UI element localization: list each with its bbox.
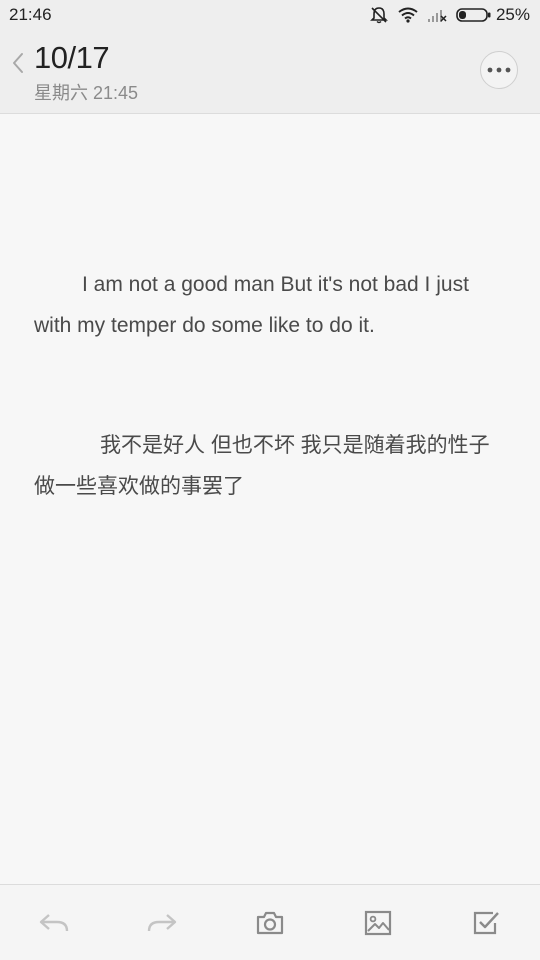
undo-button[interactable]	[38, 907, 70, 939]
wifi-icon	[398, 7, 418, 23]
camera-icon	[256, 911, 284, 935]
more-button[interactable]	[480, 51, 518, 89]
chevron-left-icon[interactable]	[9, 50, 29, 76]
checkbox-icon	[473, 911, 499, 935]
signal-icon	[427, 10, 447, 22]
checklist-button[interactable]	[470, 907, 502, 939]
camera-button[interactable]	[254, 907, 286, 939]
image-button[interactable]	[362, 907, 394, 939]
page-title: 10/17	[34, 40, 110, 75]
bottom-toolbar	[0, 884, 540, 960]
battery-icon	[456, 8, 491, 22]
redo-button[interactable]	[146, 907, 178, 939]
status-bar: 21:46 25%	[0, 0, 540, 30]
undo-icon	[39, 914, 69, 932]
status-time: 21:46	[9, 5, 52, 24]
dnd-icon	[370, 7, 388, 24]
redo-icon	[147, 914, 177, 932]
battery-percent: 25%	[495, 5, 530, 24]
image-icon	[364, 910, 392, 936]
more-icon	[487, 67, 511, 73]
note-body[interactable]: I am not a good man But it's not bad I j…	[34, 114, 514, 884]
note-header: 10/17 星期六 21:45	[0, 30, 540, 114]
note-timestamp: 星期六 21:45	[34, 83, 139, 103]
battery: 25%	[456, 5, 530, 25]
note-paragraph-zh: 我不是好人 但也不坏 我只是随着我的性子做一些喜欢做的事罢了	[34, 434, 490, 498]
note-paragraph-en: I am not a good man But it's not bad I j…	[34, 273, 469, 337]
status-icons: 25%	[369, 5, 530, 25]
